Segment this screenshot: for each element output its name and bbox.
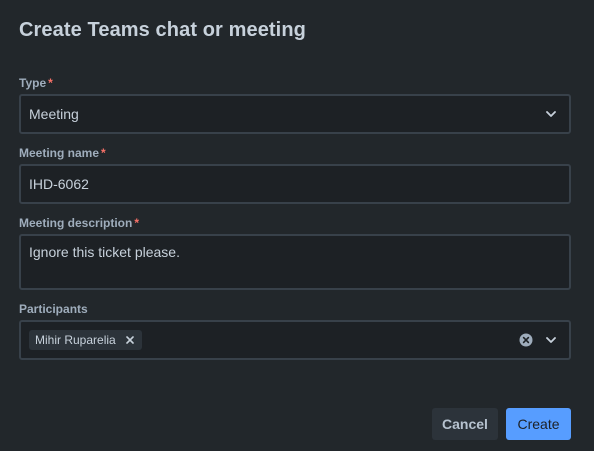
chevron-down-icon[interactable] — [545, 334, 557, 346]
meeting-description-label: Meeting description * — [19, 216, 139, 230]
dialog-title: Create Teams chat or meeting — [19, 19, 306, 41]
participants-label: Participants — [19, 302, 88, 316]
meeting-name-label: Meeting name * — [19, 146, 106, 160]
required-mark: * — [134, 216, 140, 230]
meeting-description-label-text: Meeting description — [19, 216, 133, 230]
type-label-text: Type — [19, 76, 47, 90]
required-mark: * — [101, 146, 106, 160]
type-label: Type * — [19, 76, 53, 90]
type-select-value: Meeting — [29, 106, 79, 122]
meeting-description-textarea[interactable]: Ignore this ticket please. — [19, 234, 571, 290]
participant-chip: Mihir Ruparelia — [29, 330, 142, 350]
create-teams-dialog: Create Teams chat or meeting Type * Meeti… — [0, 0, 594, 451]
create-button[interactable]: Create — [506, 408, 571, 440]
cancel-button[interactable]: Cancel — [432, 408, 498, 440]
meeting-name-input[interactable]: IHD-6062 — [19, 164, 571, 204]
meeting-name-value: IHD-6062 — [29, 176, 89, 192]
type-select[interactable]: Meeting — [19, 94, 571, 134]
clear-circle-icon[interactable] — [519, 333, 533, 347]
chevron-down-icon[interactable] — [545, 108, 557, 120]
participant-chip-label: Mihir Ruparelia — [35, 333, 116, 347]
required-mark: * — [48, 76, 53, 90]
participants-select[interactable]: Mihir Ruparelia — [19, 320, 571, 360]
meeting-name-label-text: Meeting name — [19, 146, 100, 160]
meeting-description-value: Ignore this ticket please. — [29, 244, 180, 260]
remove-participant-icon[interactable] — [124, 334, 136, 346]
